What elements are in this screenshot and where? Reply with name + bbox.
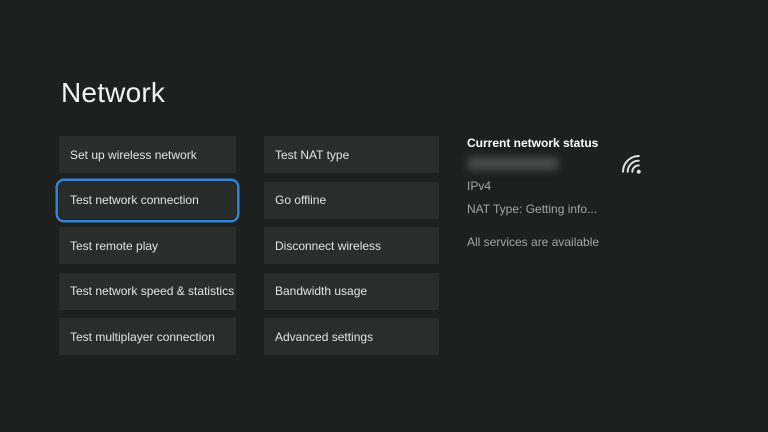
- menu-item-label: Test network speed & statistics: [70, 284, 234, 298]
- page-title: Network: [61, 79, 165, 107]
- menu-item-set-up-wireless-network[interactable]: Set up wireless network: [59, 136, 236, 173]
- menu-column-left: Set up wireless network Test network con…: [59, 136, 236, 364]
- network-name-redacted: [468, 157, 558, 170]
- menu-item-go-offline[interactable]: Go offline: [264, 182, 439, 219]
- menu-item-advanced-settings[interactable]: Advanced settings: [264, 318, 439, 355]
- services-status-label: All services are available: [467, 235, 599, 249]
- menu-item-label: Test network connection: [70, 193, 199, 207]
- menu-item-test-remote-play[interactable]: Test remote play: [59, 227, 236, 264]
- menu-item-test-multiplayer-connection[interactable]: Test multiplayer connection: [59, 318, 236, 355]
- network-settings-screen: Network Set up wireless network Test net…: [0, 0, 768, 432]
- menu-item-label: Advanced settings: [275, 330, 373, 344]
- menu-item-test-network-connection[interactable]: Test network connection: [59, 182, 236, 219]
- menu-item-label: Test remote play: [70, 239, 158, 253]
- nat-type-label: NAT Type: Getting info...: [467, 202, 597, 216]
- menu-item-label: Go offline: [275, 193, 326, 207]
- menu-item-label: Test multiplayer connection: [70, 330, 215, 344]
- wifi-signal-icon: [613, 146, 653, 186]
- status-panel-heading: Current network status: [467, 136, 598, 150]
- menu-item-test-nat-type[interactable]: Test NAT type: [264, 136, 439, 173]
- menu-item-label: Bandwidth usage: [275, 284, 367, 298]
- menu-column-middle: Test NAT type Go offline Disconnect wire…: [264, 136, 439, 364]
- menu-item-label: Test NAT type: [275, 148, 349, 162]
- ip-version-label: IPv4: [467, 179, 491, 193]
- menu-item-bandwidth-usage[interactable]: Bandwidth usage: [264, 273, 439, 310]
- menu-item-disconnect-wireless[interactable]: Disconnect wireless: [264, 227, 439, 264]
- menu-item-label: Set up wireless network: [70, 148, 197, 162]
- menu-item-label: Disconnect wireless: [275, 239, 381, 253]
- menu-item-test-network-speed-statistics[interactable]: Test network speed & statistics: [59, 273, 236, 310]
- current-network-status-panel: Current network status IPv4 NAT Type: Ge…: [467, 136, 677, 256]
